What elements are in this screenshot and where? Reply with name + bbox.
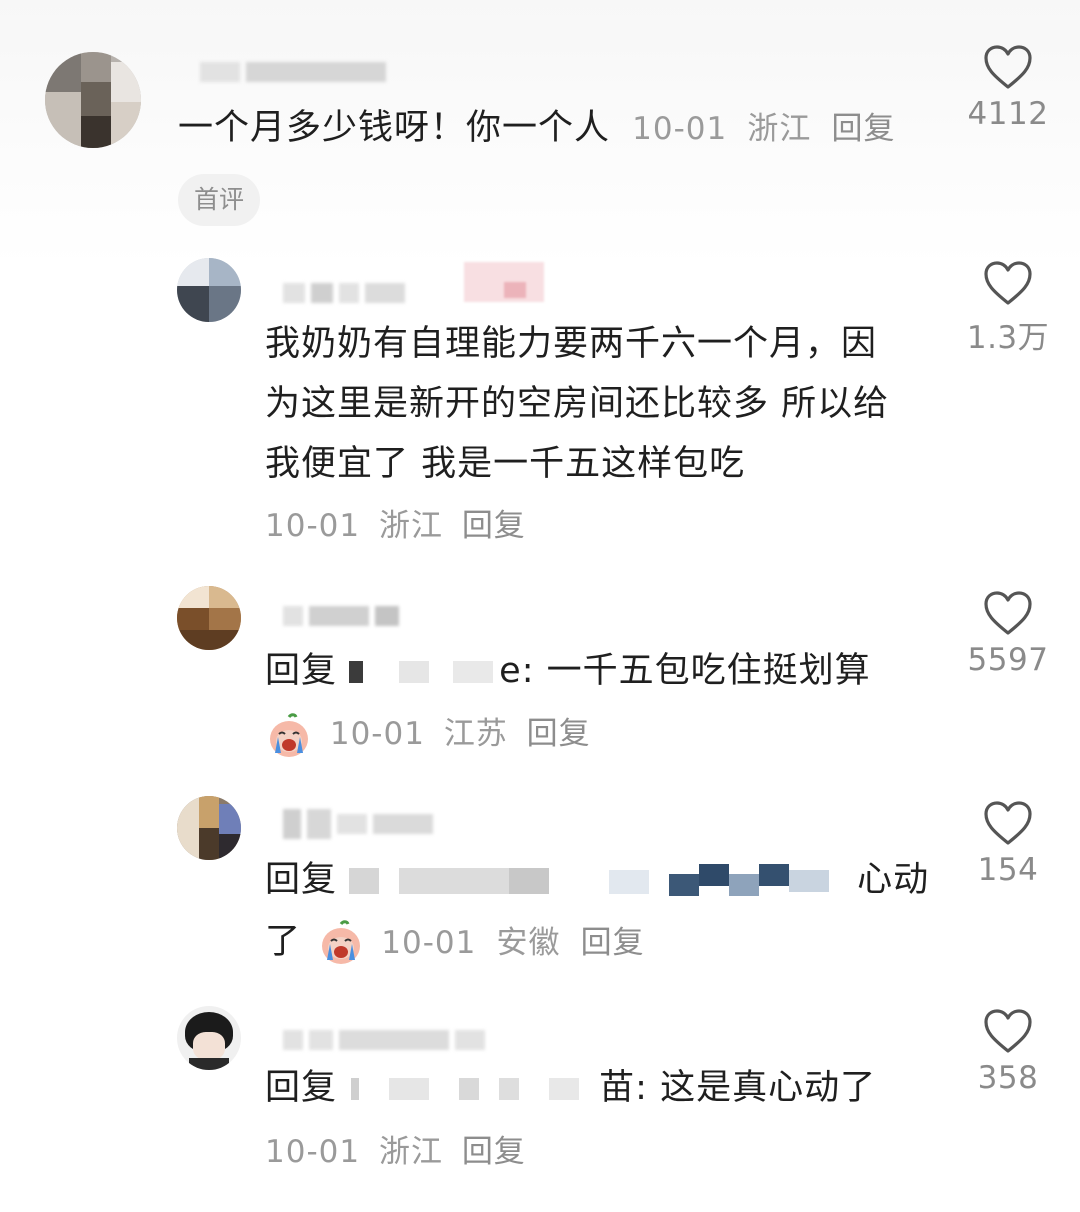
reply-button[interactable]: 回复 (462, 508, 526, 544)
comment-location: 浙江 (378, 1134, 443, 1170)
comment-location: 江苏 (443, 716, 508, 752)
reply-text-row: 回复 心动 (265, 850, 929, 910)
comment-text-row: 一个月多少钱呀！你一个人 10-01 浙江 回复 (178, 98, 896, 159)
comment-date: 10-01 (265, 1134, 361, 1170)
comment-date: 10-01 (381, 925, 477, 961)
comment-date: 10-01 (632, 111, 728, 147)
comment-text: 我奶奶有自理能力要两千六一个月，因 为这里是新开的空房间还比较多 所以给 我便宜… (265, 314, 889, 494)
reply-text-row: 回复 e: 一千五包吃住挺划算 (265, 641, 871, 701)
comment-date: 10-01 (265, 508, 361, 544)
like-button[interactable]: 5597 (948, 590, 1068, 678)
crying-peach-emoji (265, 712, 313, 760)
redacted-username (349, 864, 857, 898)
user-tag-redacted (464, 262, 544, 302)
comment-text: 一个月多少钱呀！你一个人 (178, 108, 611, 148)
reply-prefix: 回复 (265, 860, 338, 900)
like-button[interactable]: 154 (948, 800, 1068, 888)
reply-text: 苗: 这是真心动了 (599, 1068, 877, 1108)
reply-prefix: 回复 (265, 651, 338, 691)
reply-button[interactable]: 回复 (462, 1134, 526, 1170)
comment-list: 一个月多少钱呀！你一个人 10-01 浙江 回复 首评 4112 我奶奶有自理能… (0, 0, 1080, 1212)
heart-outline-icon[interactable] (983, 1008, 1033, 1054)
username-redacted[interactable] (200, 62, 386, 82)
heart-outline-icon[interactable] (983, 800, 1033, 846)
heart-outline-icon[interactable] (983, 260, 1033, 306)
comment-location: 安徽 (496, 925, 561, 961)
comment-location: 浙江 (747, 111, 812, 147)
comment-text-line: 我便宜了 我是一千五这样包吃 (265, 444, 746, 484)
comment-location: 浙江 (378, 508, 443, 544)
username-redacted[interactable] (283, 809, 433, 839)
reply-button[interactable]: 回复 (581, 925, 645, 961)
avatar[interactable] (177, 258, 241, 322)
comment-meta: 10-01 浙江 回复 (265, 496, 526, 556)
username-redacted[interactable] (283, 1030, 485, 1050)
like-count: 1.3万 (966, 320, 1050, 356)
like-button[interactable]: 4112 (948, 44, 1068, 132)
comment-text-line: 我奶奶有自理能力要两千六一个月，因 (265, 324, 878, 364)
heart-outline-icon[interactable] (983, 590, 1033, 636)
reply-text-row: 回复 苗: 这是真心动了 (265, 1058, 876, 1118)
like-button[interactable]: 358 (948, 1008, 1068, 1096)
like-button[interactable]: 1.3万 (948, 260, 1068, 357)
reply-text: e: 一千五包吃住挺划算 (499, 651, 871, 691)
reply-text-continued: 了 (265, 922, 302, 962)
avatar[interactable] (177, 796, 241, 860)
reply-prefix: 回复 (265, 1068, 338, 1108)
like-count: 4112 (967, 96, 1049, 132)
like-count: 358 (977, 1060, 1039, 1096)
like-count: 154 (977, 852, 1039, 888)
redacted-username (349, 1074, 599, 1104)
reply-button[interactable]: 回复 (527, 716, 591, 752)
first-comment-badge: 首评 (178, 174, 261, 226)
avatar[interactable] (177, 586, 241, 650)
comment-meta: 了 10-01 安徽 回复 (265, 912, 645, 973)
crying-peach-emoji (317, 919, 365, 967)
comment-text-line: 为这里是新开的空房间还比较多 所以给 (265, 384, 890, 424)
avatar[interactable] (45, 52, 141, 148)
comment-meta: 10-01 江苏 回复 (265, 704, 591, 764)
comment-meta: 10-01 浙江 回复 (265, 1122, 526, 1182)
heart-outline-icon[interactable] (983, 44, 1033, 90)
avatar[interactable] (177, 1006, 241, 1070)
comment-date: 10-01 (329, 716, 425, 752)
reply-text: 心动 (857, 860, 930, 900)
username-redacted[interactable] (283, 606, 399, 626)
redacted-username (349, 657, 499, 687)
reply-button[interactable]: 回复 (832, 111, 896, 147)
like-count: 5597 (967, 642, 1049, 678)
username-redacted[interactable] (283, 283, 405, 303)
